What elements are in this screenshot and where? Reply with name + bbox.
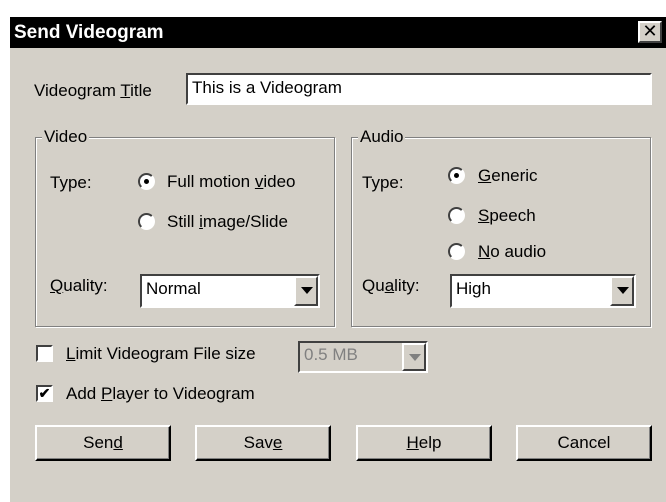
add-player-checkbox[interactable]: ✔: [36, 385, 53, 402]
video-quality-select[interactable]: Normal: [140, 274, 320, 308]
checkmark-icon: ✔: [38, 385, 51, 401]
video-quality-label: Quality:: [50, 276, 108, 295]
audio-type-label: Type:: [362, 173, 404, 192]
videogram-title-input[interactable]: This is a Videogram: [186, 73, 652, 105]
add-player-label[interactable]: Add Player to Videogram: [66, 384, 255, 404]
limit-file-size-label[interactable]: Limit Videogram File size: [66, 344, 256, 364]
full-motion-video-radio[interactable]: [138, 173, 155, 190]
chevron-down-icon[interactable]: [402, 343, 426, 371]
video-type-label: Type:: [50, 173, 92, 192]
still-image-label[interactable]: Still image/Slide: [167, 212, 288, 232]
limit-file-size-checkbox[interactable]: [36, 345, 53, 362]
close-icon: ✕: [642, 21, 658, 41]
video-group-title: Video: [42, 127, 90, 147]
video-quality-value: Normal: [146, 279, 201, 298]
speech-radio[interactable]: [448, 207, 465, 224]
audio-quality-label: Quality:: [362, 276, 420, 295]
still-image-radio[interactable]: [138, 213, 155, 230]
help-button[interactable]: Help: [356, 425, 492, 461]
generic-label[interactable]: Generic: [478, 166, 538, 186]
audio-group-title: Audio: [358, 127, 406, 147]
chevron-down-icon[interactable]: [610, 276, 634, 306]
audio-quality-select[interactable]: High: [450, 274, 636, 308]
chevron-down-icon[interactable]: [294, 276, 318, 306]
cancel-button[interactable]: Cancel: [516, 425, 652, 461]
file-size-select[interactable]: 0.5 MB: [298, 341, 428, 373]
send-button[interactable]: Send: [35, 425, 171, 461]
no-audio-label[interactable]: No audio: [478, 242, 546, 262]
speech-label[interactable]: Speech: [478, 206, 536, 226]
save-button[interactable]: Save: [195, 425, 331, 461]
close-button[interactable]: ✕: [638, 21, 662, 43]
audio-quality-value: High: [456, 279, 491, 298]
no-audio-radio[interactable]: [448, 243, 465, 260]
full-motion-video-label[interactable]: Full motion video: [167, 172, 296, 192]
send-videogram-dialog: Send Videogram ✕ Videogram Title This is…: [8, 15, 666, 502]
generic-radio[interactable]: [448, 167, 465, 184]
title-bar[interactable]: Send Videogram ✕: [10, 17, 666, 48]
dialog-title: Send Videogram: [14, 22, 164, 43]
videogram-title-label: Videogram Title: [34, 81, 152, 100]
file-size-value: 0.5 MB: [304, 345, 358, 364]
